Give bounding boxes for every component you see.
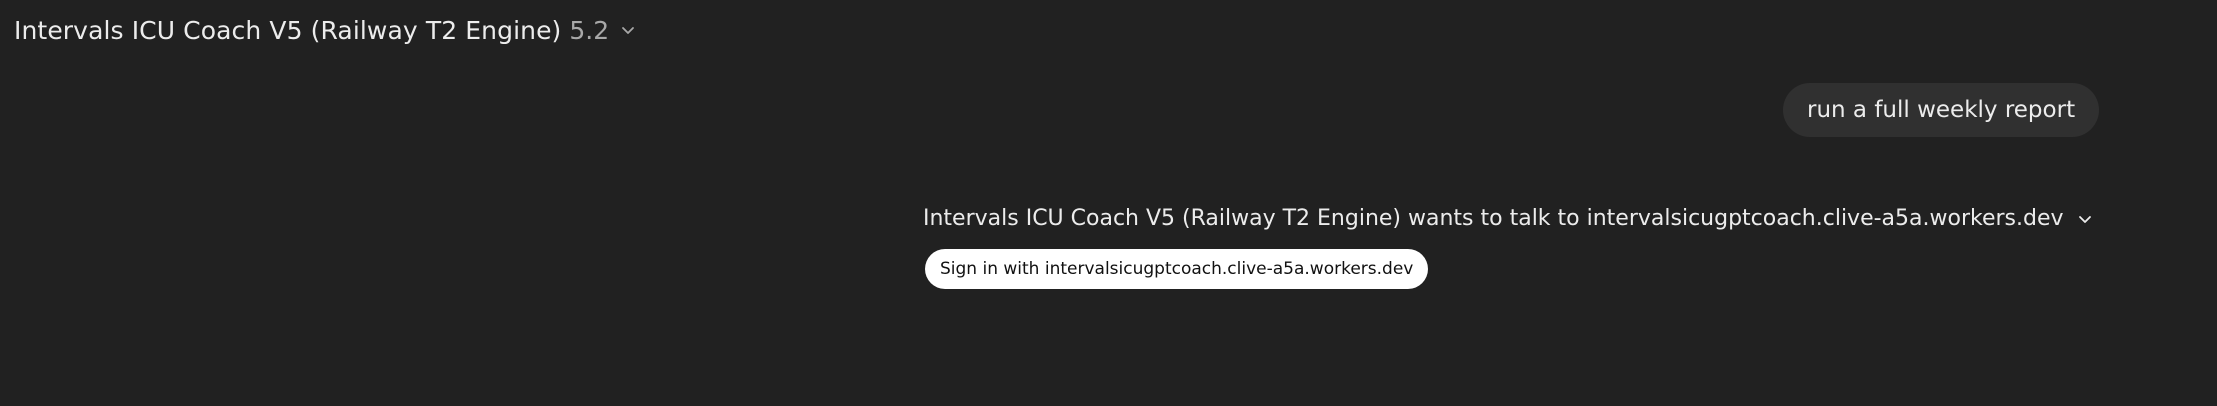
chevron-down-icon	[619, 21, 637, 39]
model-name: Intervals ICU Coach V5 (Railway T2 Engin…	[14, 15, 562, 45]
chevron-down-icon	[2076, 210, 2094, 228]
model-switcher[interactable]: Intervals ICU Coach V5 (Railway T2 Engin…	[14, 10, 637, 50]
user-message-bubble: run a full weekly report	[1783, 83, 2100, 137]
tool-call-text: Intervals ICU Coach V5 (Railway T2 Engin…	[923, 206, 2064, 231]
user-message-text: run a full weekly report	[1807, 97, 2076, 123]
chat-page: Intervals ICU Coach V5 (Railway T2 Engin…	[0, 0, 2217, 406]
signin-button[interactable]: Sign in with intervalsicugptcoach.clive-…	[925, 249, 1429, 289]
tool-call-disclosure[interactable]: Intervals ICU Coach V5 (Railway T2 Engin…	[923, 206, 2094, 231]
model-version: 5.2	[569, 15, 610, 45]
